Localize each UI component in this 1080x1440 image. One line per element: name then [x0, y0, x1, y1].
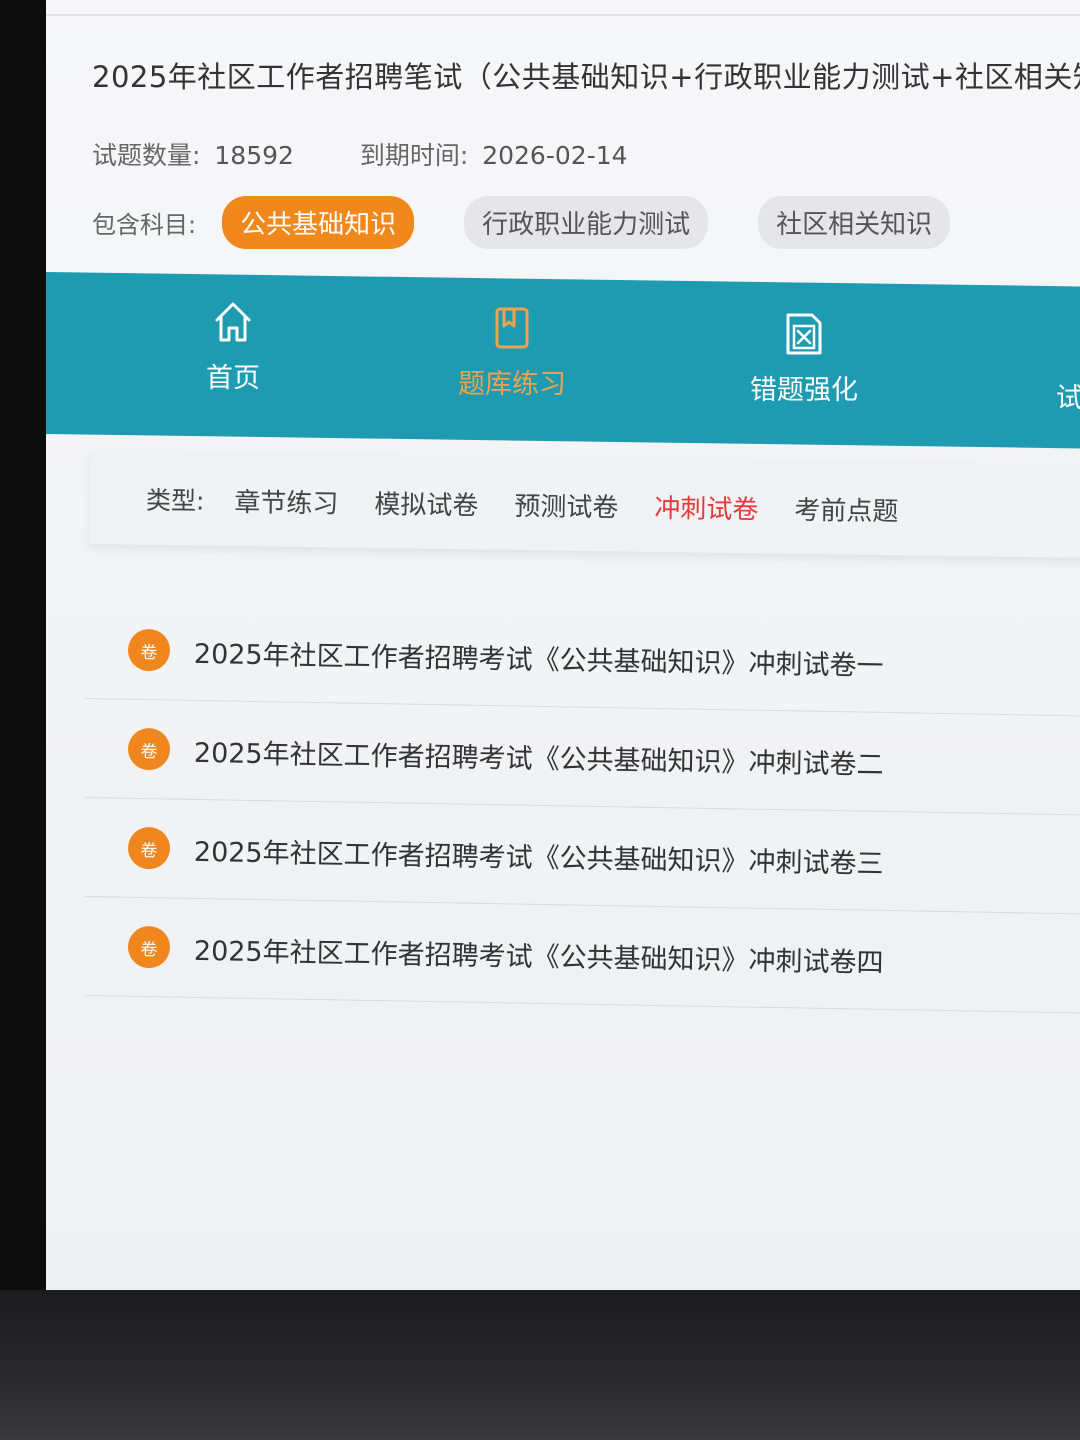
question-count-label: 试题数量:	[92, 141, 201, 170]
nav-question-bank-label: 题库练习	[458, 369, 566, 400]
type-tab-chapter-practice[interactable]: 章节练习	[234, 482, 339, 520]
type-tab-forecast-exam[interactable]: 预测试卷	[514, 485, 619, 523]
wrong-question-icon	[786, 313, 822, 355]
type-filter-bar: 类型: 章节练习 模拟试卷 预测试卷 冲刺试卷 考前点题	[89, 452, 1080, 558]
exam-title: 2025年社区工作者招聘考试《公共基础知识》冲刺试卷四	[193, 935, 884, 979]
exam-badge: 卷	[127, 925, 171, 969]
expiry-label: 到期时间:	[359, 141, 469, 170]
exam-badge: 卷	[127, 826, 171, 870]
nav-question-bank[interactable]: 题库练习	[458, 304, 566, 401]
nav-home-label: 首页	[206, 363, 260, 394]
device-bottom-bezel	[0, 1290, 1080, 1440]
nav-wrong-questions-label: 错题强化	[750, 375, 858, 406]
list-item[interactable]: 卷 2025年社区工作者招聘考试《公共基础知识》冲刺试卷三	[85, 798, 1080, 915]
home-icon	[215, 302, 251, 342]
app-screen: 2025年社区工作者招聘笔试（公共基础知识+行政职业能力测试+社区相关知识） 试…	[46, 0, 1080, 1290]
exam-title: 2025年社区工作者招聘考试《公共基础知识》冲刺试卷一	[193, 638, 884, 682]
type-tab-mock-exam[interactable]: 模拟试卷	[374, 483, 479, 521]
exam-title: 2025年社区工作者招聘考试《公共基础知识》冲刺试卷三	[193, 836, 884, 880]
expiry-value: 2026-02-14	[482, 141, 628, 170]
nav-wrong-questions[interactable]: 错题强化	[750, 310, 858, 407]
type-filter-label: 类型:	[145, 485, 205, 516]
list-item[interactable]: 卷 2025年社区工作者招聘考试《公共基础知识》冲刺试卷四	[85, 897, 1080, 1014]
subjects-label: 包含科目:	[92, 211, 197, 239]
list-item[interactable]: 卷 2025年社区工作者招聘考试《公共基础知识》冲刺试卷一	[85, 600, 1080, 717]
course-meta: 试题数量: 18592 到期时间: 2026-02-14	[92, 136, 628, 172]
type-tab-pre-exam-tips[interactable]: 考前点题	[794, 489, 899, 527]
subjects-row: 包含科目: 公共基础知识 行政职业能力测试 社区相关知识	[92, 196, 1000, 249]
nav-exam-partial[interactable]: 试	[1056, 376, 1080, 415]
exam-list: 卷 2025年社区工作者招聘考试《公共基础知识》冲刺试卷一 卷 2025年社区工…	[85, 600, 1080, 1014]
device-left-bezel	[0, 0, 46, 1290]
subject-chip-public-knowledge[interactable]: 公共基础知识	[222, 196, 415, 249]
exam-badge: 卷	[127, 727, 171, 771]
subject-chip-community-knowledge[interactable]: 社区相关知识	[758, 196, 951, 249]
course-title: 2025年社区工作者招聘笔试（公共基础知识+行政职业能力测试+社区相关知识）	[92, 60, 1080, 94]
list-item[interactable]: 卷 2025年社区工作者招聘考试《公共基础知识》冲刺试卷二	[85, 699, 1080, 816]
exam-badge: 卷	[127, 628, 171, 672]
nav-exam-partial-label: 试	[1056, 383, 1080, 414]
book-icon	[495, 307, 529, 349]
top-divider	[46, 14, 1080, 16]
exam-title: 2025年社区工作者招聘考试《公共基础知识》冲刺试卷二	[193, 737, 884, 781]
type-tab-sprint-exam[interactable]: 冲刺试卷	[654, 487, 759, 525]
subject-chip-admin-aptitude[interactable]: 行政职业能力测试	[464, 196, 709, 249]
question-count-value: 18592	[214, 141, 294, 170]
nav-home[interactable]: 首页	[206, 298, 260, 395]
